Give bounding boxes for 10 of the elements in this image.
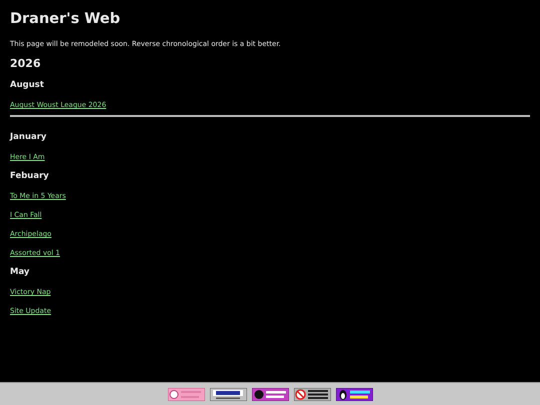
badge-icon[interactable] [252, 388, 288, 400]
badge-icon[interactable] [210, 388, 246, 400]
badge-icon[interactable] [294, 388, 330, 400]
month-heading: Febuary [10, 170, 50, 182]
site-title: Draner's Web [10, 10, 122, 28]
month-heading: May [10, 266, 30, 278]
month-heading: August [10, 79, 45, 91]
month-heading: January [10, 131, 48, 143]
badge-icon[interactable] [336, 388, 372, 400]
year-heading: 2026 [10, 57, 42, 71]
